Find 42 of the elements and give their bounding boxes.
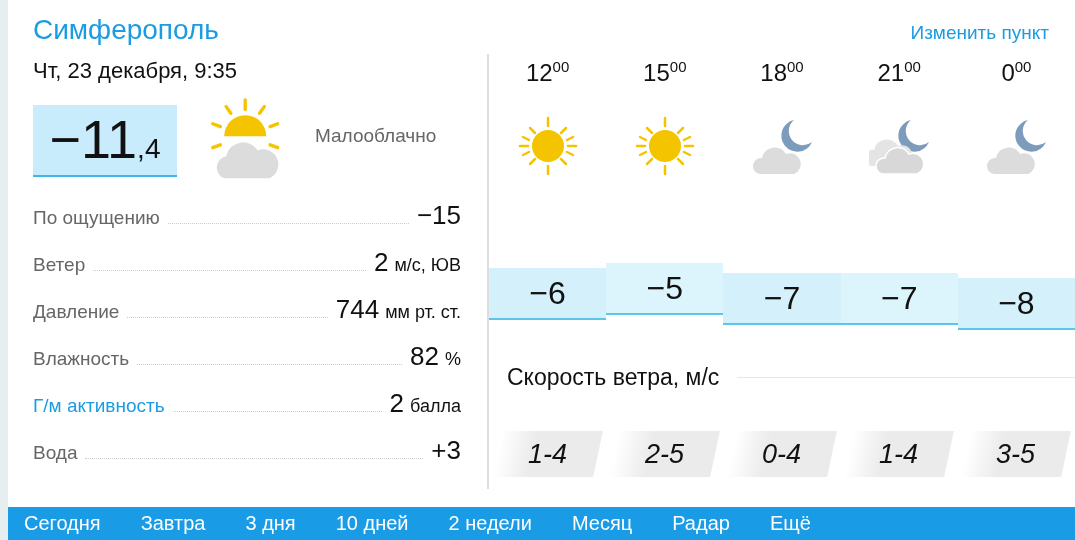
hour-temperature: −5 <box>646 269 684 307</box>
hour-temperature: −8 <box>998 284 1035 322</box>
detail-label: Вода <box>33 442 78 464</box>
hour-label: 21$^{00}$ <box>877 58 921 88</box>
hour-temperature: −7 <box>763 279 801 317</box>
detail-label: По ощущению <box>33 207 160 229</box>
detail-value: 2 <box>373 247 389 278</box>
nav-tab[interactable]: Ещё <box>769 512 811 535</box>
detail-value: 2 <box>389 388 405 419</box>
nav-tab[interactable]: 10 дней <box>335 512 409 535</box>
detail-unit: мм рт. ст. <box>385 302 461 323</box>
detail-label: Влажность <box>33 348 130 370</box>
sun-icon <box>517 115 578 176</box>
detail-value: 744 <box>335 294 380 325</box>
city-title: Симферополь <box>33 14 219 46</box>
nav-tab[interactable]: Месяц <box>571 512 633 535</box>
hour-temperature: −6 <box>529 274 566 312</box>
current-temperature: −11,4 <box>33 105 177 177</box>
detail-value: −15 <box>416 200 461 231</box>
detail-value: 82 <box>410 341 439 372</box>
detail-value: +3 <box>431 435 461 466</box>
hour-label: 18$^{00}$ <box>760 58 804 88</box>
hour-label: 12$^{00}$ <box>525 58 570 88</box>
date-time: Чт, 23 декабря, 9:35 <box>33 58 239 84</box>
detail-label: Ветер <box>33 254 86 276</box>
detail-label: Давление <box>33 301 120 323</box>
detail-unit: % <box>445 349 461 370</box>
nav-tab[interactable]: 3 дня <box>245 512 296 535</box>
nav-tab[interactable]: Сегодня <box>24 512 101 535</box>
detail-link[interactable]: Г/м активность <box>33 395 165 417</box>
detail-unit: м/с, ЮВ <box>394 255 461 276</box>
hour-label: 0$^{00}$ <box>1001 58 1032 88</box>
detail-unit: балла <box>410 396 461 417</box>
nav-tab[interactable]: 2 недели <box>448 512 532 535</box>
hour-temperature: −7 <box>880 279 918 317</box>
hour-label: 15$^{00}$ <box>643 58 687 88</box>
nav-tab[interactable]: Завтра <box>140 512 206 535</box>
nav-tab[interactable]: Радар <box>672 512 730 535</box>
change-location-link[interactable]: Изменить пункт <box>910 22 1049 44</box>
condition-text: Малооблачно <box>315 125 437 147</box>
sun-icon <box>634 115 695 176</box>
wind-speed-title: Скорость ветра, м/с <box>507 364 720 391</box>
